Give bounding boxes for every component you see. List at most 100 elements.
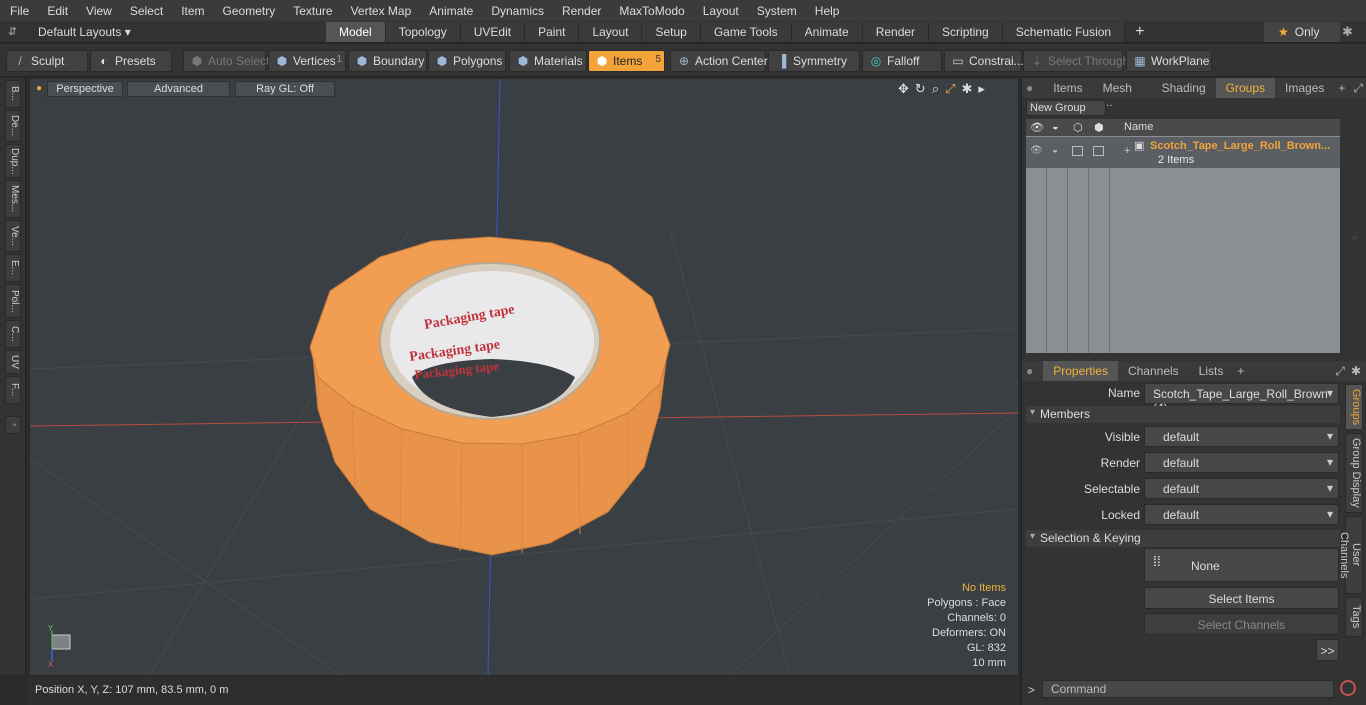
- advanced-dropdown[interactable]: Advanced: [127, 81, 230, 97]
- left-tab-curve[interactable]: C...: [5, 320, 21, 348]
- left-tab-vertex[interactable]: Ve...: [5, 220, 21, 252]
- menu-view[interactable]: View: [80, 4, 118, 18]
- tab-lists[interactable]: Lists: [1189, 361, 1234, 381]
- left-tab-fusion[interactable]: F...: [5, 376, 21, 404]
- left-tab-duplicate[interactable]: Dup...: [5, 144, 21, 178]
- add-properties-tab-icon[interactable]: +: [1233, 361, 1248, 381]
- properties-expand-icon[interactable]: ⤢: [1331, 361, 1349, 381]
- side-tab-tags[interactable]: Tags: [1345, 597, 1363, 637]
- falloff-button[interactable]: ◎ Falloff: [862, 50, 942, 72]
- sculpt-button[interactable]: / Sculpt: [6, 50, 88, 72]
- tab-scripting[interactable]: Scripting: [929, 22, 1003, 42]
- properties-gear-icon[interactable]: ✱: [1349, 361, 1366, 381]
- groups-list[interactable]: 👁 ◒ ⬡ ⬢ Name 👁 ◒ + ▣ Scotch_Tape_Large_R…: [1026, 119, 1340, 353]
- materials-button[interactable]: ⬢ Materials: [509, 50, 587, 72]
- left-tab-extra[interactable]: ◦: [5, 416, 21, 434]
- only-toggle[interactable]: ★ Only: [1264, 22, 1340, 42]
- properties-menu-icon[interactable]: ●: [1022, 361, 1043, 381]
- pan-icon[interactable]: ✥: [898, 81, 909, 97]
- side-tab-groups[interactable]: Groups: [1345, 384, 1363, 430]
- row-select-checkbox[interactable]: [1072, 146, 1083, 156]
- left-tab-deform[interactable]: De...: [5, 110, 21, 142]
- gear-icon[interactable]: ✱: [1342, 24, 1353, 40]
- tab-mesh[interactable]: Mesh ...: [1093, 78, 1152, 109]
- select-channels-button[interactable]: Select Channels: [1144, 613, 1339, 635]
- name-column-header[interactable]: Name: [1124, 121, 1153, 133]
- row-visibility-icon[interactable]: 👁: [1030, 145, 1043, 156]
- left-tab-uv[interactable]: UV: [5, 350, 21, 374]
- visible-dropdown[interactable]: default: [1144, 426, 1339, 447]
- left-tab-polygon[interactable]: Pol...: [5, 284, 21, 318]
- tab-model[interactable]: Model: [326, 22, 386, 42]
- menu-dynamics[interactable]: Dynamics: [485, 4, 550, 18]
- tab-setup[interactable]: Setup: [642, 22, 701, 42]
- presets-button[interactable]: ◐ Presets: [90, 50, 172, 72]
- tab-animate[interactable]: Animate: [791, 22, 863, 42]
- keying-none-button[interactable]: ⁞⁞ None: [1144, 548, 1339, 582]
- tab-render[interactable]: Render: [862, 22, 930, 42]
- menu-select[interactable]: Select: [124, 4, 169, 18]
- row-render-icon[interactable]: ◒: [1052, 145, 1058, 156]
- tape-roll-model[interactable]: Packaging tape Packaging tape Packaging …: [309, 236, 671, 556]
- tab-shading[interactable]: Shading: [1152, 78, 1216, 98]
- selection-keying-section[interactable]: Selection & Keying: [1026, 530, 1340, 547]
- constraints-button[interactable]: ▭ Constrai...: [944, 50, 1024, 72]
- add-tab-icon[interactable]: +: [1125, 22, 1154, 42]
- add-panel-tab-icon[interactable]: +: [1334, 78, 1349, 98]
- side-tab-user-channels[interactable]: User Channels: [1338, 516, 1363, 594]
- perspective-dropdown[interactable]: Perspective: [47, 81, 123, 97]
- menu-geometry[interactable]: Geometry: [217, 4, 282, 18]
- tab-uvedit[interactable]: UVEdit: [460, 22, 526, 42]
- new-group-button[interactable]: New Group: [1026, 100, 1106, 116]
- panel-menu-icon[interactable]: ●: [1022, 78, 1043, 98]
- render-col-icon[interactable]: ◒: [1052, 121, 1059, 133]
- layout-arrows-icon[interactable]: ⇵: [8, 25, 17, 38]
- tab-schematic-fusion[interactable]: Schematic Fusion: [1002, 22, 1126, 42]
- menu-layout[interactable]: Layout: [697, 4, 745, 18]
- menu-file[interactable]: File: [4, 4, 35, 18]
- viewport-gear-icon[interactable]: ✱: [962, 81, 973, 97]
- tab-groups[interactable]: Groups: [1215, 78, 1276, 98]
- command-input[interactable]: Command: [1042, 680, 1334, 698]
- 3d-viewport[interactable]: Packaging tape Packaging tape Packaging …: [30, 79, 1018, 675]
- lock-col-icon[interactable]: ⬢: [1094, 121, 1104, 134]
- zoom-icon[interactable]: ⌕: [932, 81, 939, 97]
- tab-layout[interactable]: Layout: [579, 22, 643, 42]
- vertices-button[interactable]: ⬢ Vertices 1: [268, 50, 346, 72]
- menu-texture[interactable]: Texture: [287, 4, 338, 18]
- tab-topology[interactable]: Topology: [385, 22, 461, 42]
- default-layouts-dropdown[interactable]: Default Layouts ▾: [38, 25, 131, 39]
- select-through-button[interactable]: ⇣ Select Through: [1023, 50, 1129, 72]
- more-button[interactable]: >>: [1316, 639, 1339, 661]
- expand-icon[interactable]: +: [1124, 145, 1130, 157]
- left-tab-basic[interactable]: B...: [5, 80, 21, 108]
- list-scroll-handle[interactable]: ○: [1352, 233, 1357, 242]
- selectable-dropdown[interactable]: default: [1144, 478, 1339, 499]
- items-button[interactable]: ⬢ Items 5: [588, 50, 665, 72]
- tab-images[interactable]: Images: [1275, 78, 1334, 98]
- select-col-icon[interactable]: ⬡: [1073, 121, 1083, 134]
- viewport-menu-icon[interactable]: ●: [36, 83, 42, 94]
- tab-game-tools[interactable]: Game Tools: [700, 22, 792, 42]
- menu-vertex-map[interactable]: Vertex Map: [345, 4, 418, 18]
- tab-properties[interactable]: Properties: [1043, 361, 1118, 381]
- tab-items[interactable]: Items: [1043, 78, 1092, 98]
- visibility-col-icon[interactable]: 👁: [1030, 121, 1044, 134]
- row-lock-checkbox[interactable]: [1093, 146, 1104, 156]
- rotate-icon[interactable]: ↻: [915, 81, 926, 97]
- panel-expand-icon[interactable]: ⤢: [1349, 78, 1366, 98]
- polygons-button[interactable]: ⬢ Polygons: [428, 50, 506, 72]
- locked-dropdown[interactable]: default: [1144, 504, 1339, 525]
- tab-channels[interactable]: Channels: [1118, 361, 1189, 381]
- name-field[interactable]: Scotch_Tape_Large_Roll_Brown (4): [1144, 383, 1339, 415]
- maximize-icon[interactable]: ⤢: [945, 81, 955, 97]
- menu-animate[interactable]: Animate: [423, 4, 479, 18]
- menu-help[interactable]: Help: [809, 4, 846, 18]
- render-dropdown[interactable]: default: [1144, 452, 1339, 473]
- menu-render[interactable]: Render: [556, 4, 607, 18]
- left-tab-mesh[interactable]: Mes...: [5, 180, 21, 218]
- symmetry-button[interactable]: ▐ Symmetry: [768, 50, 860, 72]
- menu-edit[interactable]: Edit: [41, 4, 74, 18]
- raygl-dropdown[interactable]: Ray GL: Off: [235, 81, 335, 97]
- select-items-button[interactable]: Select Items: [1144, 587, 1339, 609]
